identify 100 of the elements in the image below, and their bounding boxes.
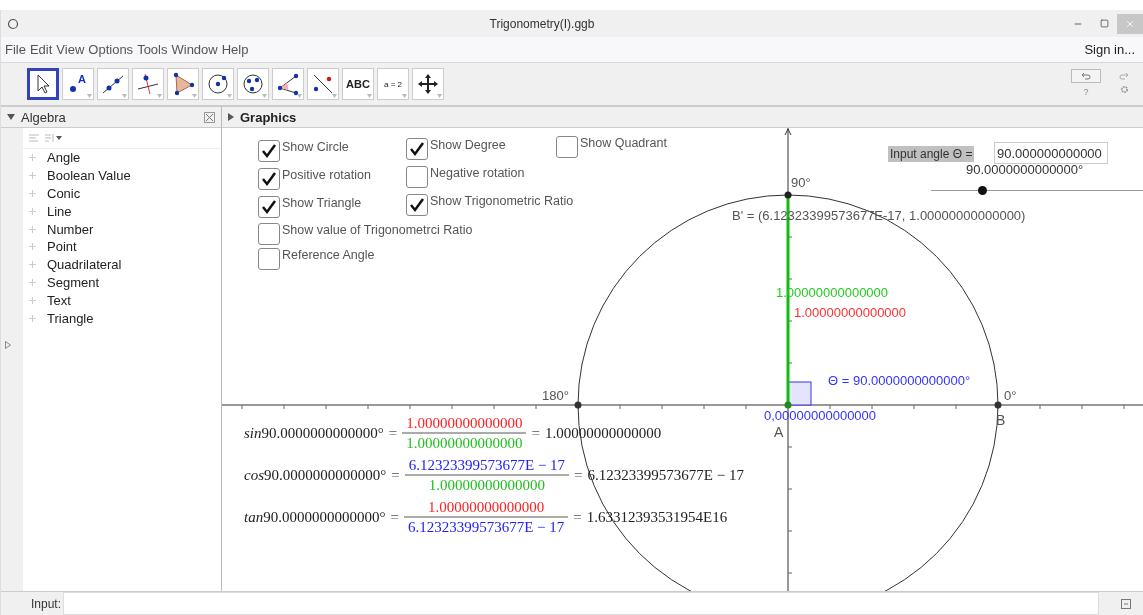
numerator: 1.00000000000000 [426,498,546,516]
algebra-item[interactable]: Boolean Value [47,168,131,184]
menu-item[interactable]: Help [221,42,249,57]
expand-panel-icon[interactable] [5,341,11,349]
algebra-item[interactable]: Segment [47,274,100,290]
collapse-icon[interactable] [7,114,15,120]
slider-thumb[interactable] [978,186,988,195]
equals-sign: = [573,508,582,526]
denominator: 1.00000000000000 [427,476,547,494]
close-icon[interactable] [204,111,215,123]
line-point-icon [311,72,335,96]
numerator: 6.12323399573677E − 17 [407,456,567,474]
checkbox[interactable] [406,166,428,188]
dropdown-icon [157,94,162,98]
menu-item[interactable]: File [5,42,26,57]
algebra-item[interactable]: Text [47,292,71,308]
canvas-label: 1.00000000000000 [794,305,907,320]
checkbox[interactable] [258,140,280,162]
numerator: 1.00000000000000 [405,414,524,432]
algebra-item[interactable]: Angle [47,150,81,166]
checkbox[interactable] [258,223,280,245]
algebra-item[interactable]: Quadrilateral [47,257,122,273]
dropdown-icon [122,94,127,98]
algebra-item[interactable]: Number [47,221,94,237]
circle-points-icon [241,72,265,96]
denominator: 6.12323399573677E − 17 [406,518,566,536]
formula-result: 1.63312393531954E16 [586,508,728,526]
input-field[interactable] [63,592,1099,615]
panel-title: Algebra [21,109,66,125]
algebra-item[interactable]: Conic [47,186,81,201]
menu-item[interactable]: Tools [137,42,168,57]
expand-icon[interactable] [228,113,234,121]
algebra-item[interactable]: Point [47,239,77,255]
undo-button[interactable] [1071,69,1101,83]
point [784,191,792,199]
point [784,401,792,409]
checkbox[interactable] [258,168,280,190]
checkbox[interactable] [258,196,280,218]
settings-icon[interactable] [1119,85,1129,94]
dropdown-icon [192,94,197,98]
text-tool-button[interactable]: ABC [342,68,374,100]
dropdown-icon [262,94,267,98]
window-title: Trigonometry(I).ggb [488,16,596,31]
algebra-item[interactable]: Line [47,203,72,219]
slider-tool-button[interactable]: a = 2 [377,68,409,100]
checkbox[interactable] [406,194,428,216]
point [574,401,582,409]
circle-icon [206,72,230,96]
right-angle-mark [787,381,812,406]
input-label: Input: [31,596,62,611]
menu-item[interactable]: Edit [29,42,53,57]
maximize-icon [1099,19,1109,28]
formula-function: cos90.0000000000000° [244,466,387,484]
canvas-label: 90° [791,175,811,190]
dropdown-icon [227,94,232,98]
check-icon [409,197,425,213]
menu-item[interactable]: Window [171,42,218,57]
keyboard-icon[interactable] [1121,598,1131,609]
checkbox-label: Show Circle [282,140,349,154]
panel-title: Graphics [240,109,297,125]
canvas-label: Θ = 90.0000000000000° [828,373,971,388]
menu-item[interactable]: Options [88,42,134,57]
formula-result: 1.00000000000000 [544,424,662,442]
sign-in-link[interactable]: Sign in... [1084,42,1135,57]
checkbox-label: Positive rotation [282,168,371,182]
app-logo-icon [7,17,19,30]
checkbox[interactable] [258,248,280,270]
equals-sign: = [391,466,400,484]
triangle-icon [171,72,195,96]
check-icon [261,199,277,215]
move-arrows-icon [416,72,440,96]
dropdown-icon [87,94,92,98]
checkbox-label: Reference Angle [282,248,375,262]
angle-input-field[interactable]: 90.000000000000 [994,142,1108,164]
formula-function: sin90.0000000000000° [244,424,384,442]
close-icon [1125,18,1135,29]
check-icon [409,141,425,157]
equals-sign: = [388,424,398,442]
denominator: 1.00000000000000 [405,434,524,452]
dropdown-icon [367,94,372,98]
checkbox[interactable] [556,136,578,158]
canvas-label: 0° [1004,388,1017,403]
redo-icon [1119,72,1129,80]
algebra-item[interactable]: Triangle [47,310,94,326]
point-label: A [774,424,784,440]
tool-button[interactable] [27,68,59,100]
canvas-label: 0,00000000000000 [764,408,877,423]
equals-sign: = [531,424,540,442]
dropdown-icon [437,94,442,98]
formula-result: 6.12323399573677E − 17 [587,466,744,484]
checkbox-label: Show Quadrant [580,136,667,150]
canvas-label: 180° [542,388,569,403]
menu-item[interactable]: View [56,42,85,57]
input-angle-label: Input angle Θ = [888,146,975,162]
checkbox[interactable] [406,138,428,160]
dropdown-icon [332,94,337,98]
sort-menu-icon[interactable] [45,133,63,143]
dropdown-icon [297,94,302,98]
checkbox-label: Negative rotation [430,166,525,180]
slider-value: 90.0000000000000° [966,162,1084,177]
